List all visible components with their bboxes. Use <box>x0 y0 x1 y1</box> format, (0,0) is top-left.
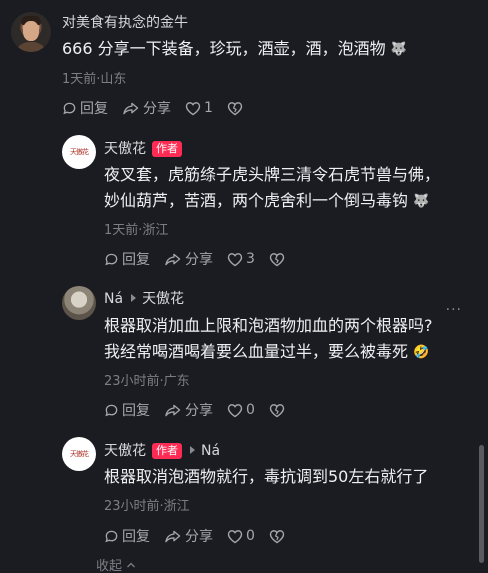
like-count: 1 <box>204 100 213 116</box>
wolf-emoji-icon: 🐺 <box>390 42 407 57</box>
like-count: 0 <box>246 528 255 544</box>
dislike-button[interactable] <box>269 529 288 544</box>
reply-button[interactable]: 回复 <box>104 526 150 546</box>
like-button[interactable]: 0 <box>227 402 255 418</box>
reply-label: 回复 <box>80 101 108 117</box>
share-label: 分享 <box>185 529 213 545</box>
share-button[interactable]: 分享 <box>164 400 213 420</box>
comment-text: 666 分享一下装备，珍玩，酒壶，酒，泡酒物 🐺 <box>62 36 407 63</box>
author-avatar[interactable]: 天傲花 <box>62 437 96 471</box>
reply-label: 回复 <box>122 252 150 268</box>
share-label: 分享 <box>185 403 213 419</box>
collapse-label: 收起 <box>96 559 123 573</box>
comment-text-line-2: 我经常喝酒喝着要么血量过半，要么被毒死 🤣 <box>104 339 429 366</box>
comment-username[interactable]: 天傲花 <box>104 443 146 459</box>
author-avatar[interactable]: 天傲花 <box>62 135 96 169</box>
reply-to-username[interactable]: Ná <box>201 443 220 459</box>
heart-icon <box>227 403 243 417</box>
share-icon <box>165 404 181 416</box>
comment-actions: 回复 分享 3 <box>104 249 302 269</box>
comment-text-content: 666 分享一下装备，珍玩，酒壶，酒，泡酒物 <box>62 39 386 58</box>
comment-thread: 对美食有执念的金牛 666 分享一下装备，珍玩，酒壶，酒，泡酒物 🐺 1天前·山… <box>0 0 488 573</box>
wolf-emoji-icon: 🐺 <box>413 194 430 209</box>
broken-heart-icon <box>269 403 285 417</box>
comment-actions: 回复 分享 0 <box>104 526 302 546</box>
comment-text-line-1: 根器取消加血上限和泡酒物加血的两个根器吗? <box>104 316 433 335</box>
user-avatar[interactable] <box>11 12 51 52</box>
comment-text-line-2: 妙仙葫芦，苦酒，两个虎舍利一个倒马毒钩 🐺 <box>104 188 429 215</box>
reply-to-username[interactable]: 天傲花 <box>142 291 184 307</box>
comment-username[interactable]: Ná <box>104 291 123 307</box>
like-button[interactable]: 3 <box>227 251 255 267</box>
reply-button[interactable]: 回复 <box>62 98 108 118</box>
scrollbar-thumb[interactable] <box>479 445 484 563</box>
comment-meta: 23小时前·广东 <box>104 374 190 389</box>
dislike-button[interactable] <box>269 403 288 418</box>
comment-username[interactable]: 天傲花 <box>104 141 146 157</box>
share-icon <box>165 530 181 542</box>
dislike-button[interactable] <box>269 252 288 267</box>
reply-to-arrow-icon <box>190 446 195 454</box>
comment-username-line: 天傲花 作者 <box>104 138 182 158</box>
reply-to-arrow-icon <box>131 294 137 302</box>
heart-icon <box>227 529 243 543</box>
more-options-button[interactable]: ··· <box>446 302 462 318</box>
comment-username-line: Ná 天傲花 <box>104 288 184 308</box>
reply-icon <box>63 102 76 114</box>
comment-meta: 1天前·山东 <box>62 72 127 87</box>
heart-icon <box>185 101 201 115</box>
reply-icon <box>105 530 118 542</box>
reply-label: 回复 <box>122 403 150 419</box>
broken-heart-icon <box>269 252 285 266</box>
comment-meta: 1天前·浙江 <box>104 223 169 238</box>
collapse-replies-button[interactable]: 收起 <box>96 555 136 573</box>
reply-label: 回复 <box>122 529 150 545</box>
like-count: 0 <box>246 402 255 418</box>
comment-username[interactable]: 对美食有执念的金牛 <box>62 12 188 32</box>
comment-actions: 回复 分享 0 <box>104 400 302 420</box>
reply-button[interactable]: 回复 <box>104 249 150 269</box>
avatar-signature: 天傲花 <box>70 148 89 156</box>
like-count: 3 <box>246 251 255 267</box>
dislike-button[interactable] <box>227 101 246 116</box>
share-icon <box>165 253 181 265</box>
avatar-signature: 天傲花 <box>70 450 89 458</box>
like-button[interactable]: 0 <box>227 528 255 544</box>
broken-heart-icon <box>269 529 285 543</box>
heart-icon <box>227 252 243 266</box>
reply-button[interactable]: 回复 <box>104 400 150 420</box>
user-avatar[interactable] <box>62 286 96 320</box>
comment-username-line: 天傲花 作者 Ná <box>104 440 220 460</box>
share-label: 分享 <box>143 101 171 117</box>
like-button[interactable]: 1 <box>185 100 213 116</box>
reply-icon <box>105 404 118 416</box>
author-badge: 作者 <box>152 141 182 157</box>
share-label: 分享 <box>185 252 213 268</box>
comment-text-line-1: 夜叉套，虎筋绦子虎头牌三清令石虎节兽与佛， <box>104 165 441 184</box>
share-icon <box>123 102 139 114</box>
laughing-emoji-icon: 🤣 <box>413 345 430 360</box>
comment-text: 根器取消泡酒物就行，毒抗调到50左右就行了 <box>104 467 429 486</box>
share-button[interactable]: 分享 <box>164 249 213 269</box>
broken-heart-icon <box>227 101 243 115</box>
comment-text-content: 妙仙葫芦，苦酒，两个虎舍利一个倒马毒钩 <box>104 191 409 210</box>
comment-text-content: 我经常喝酒喝着要么血量过半，要么被毒死 <box>104 342 409 361</box>
chevron-up-icon <box>127 562 136 568</box>
comment-actions: 回复 分享 1 <box>62 98 260 118</box>
reply-icon <box>105 253 118 265</box>
author-badge: 作者 <box>152 443 182 459</box>
share-button[interactable]: 分享 <box>164 526 213 546</box>
comment-meta: 23小时前·浙江 <box>104 499 190 514</box>
share-button[interactable]: 分享 <box>122 98 171 118</box>
